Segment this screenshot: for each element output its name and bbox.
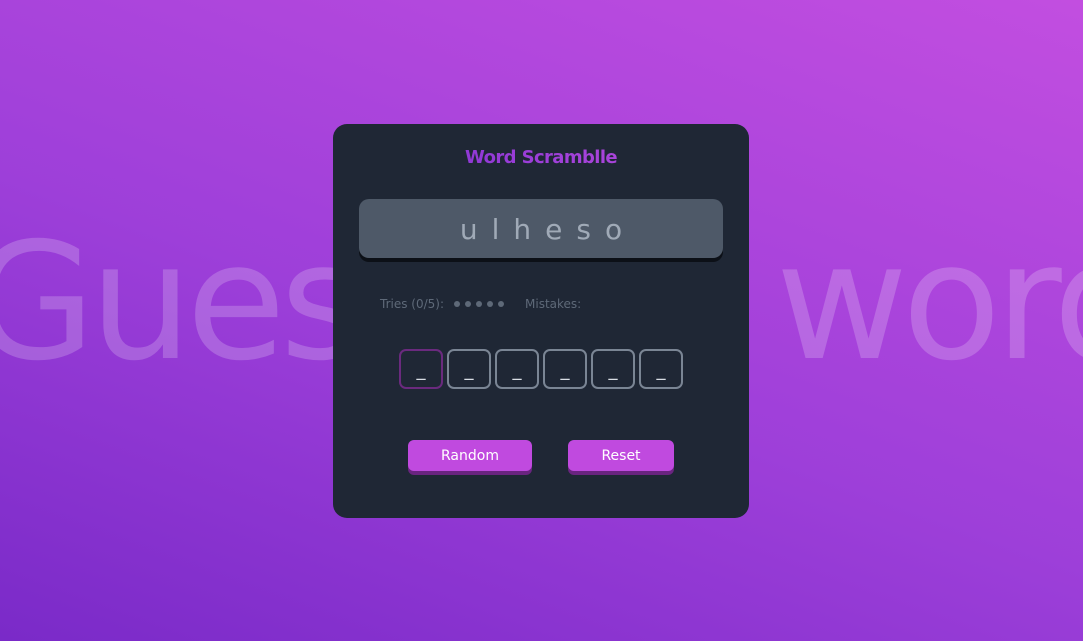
- mistakes-label: Mistakes:: [525, 297, 582, 311]
- try-dot: [465, 301, 472, 307]
- letter-input-1[interactable]: _: [399, 349, 443, 389]
- try-dot: [454, 301, 461, 307]
- stats-row: Tries (0/5): Mistakes:: [380, 297, 581, 311]
- try-dot: [476, 301, 483, 307]
- tries-dots: [454, 301, 505, 307]
- game-card: Word Scramblle ulheso Tries (0/5): Mista…: [333, 124, 749, 518]
- letter-input-3[interactable]: _: [495, 349, 539, 389]
- reset-button[interactable]: Reset: [568, 440, 674, 471]
- try-dot: [498, 301, 505, 307]
- tries-label: Tries (0/5):: [380, 297, 445, 311]
- letter-input-5[interactable]: _: [591, 349, 635, 389]
- letter-input-2[interactable]: _: [447, 349, 491, 389]
- letter-inputs: _ _ _ _ _ _: [399, 349, 683, 389]
- letter-input-6[interactable]: _: [639, 349, 683, 389]
- letter-input-4[interactable]: _: [543, 349, 587, 389]
- random-button[interactable]: Random: [408, 440, 532, 471]
- scrambled-word-display: ulheso: [359, 199, 723, 258]
- app-title: Word Scramblle: [333, 147, 749, 168]
- try-dot: [487, 301, 494, 307]
